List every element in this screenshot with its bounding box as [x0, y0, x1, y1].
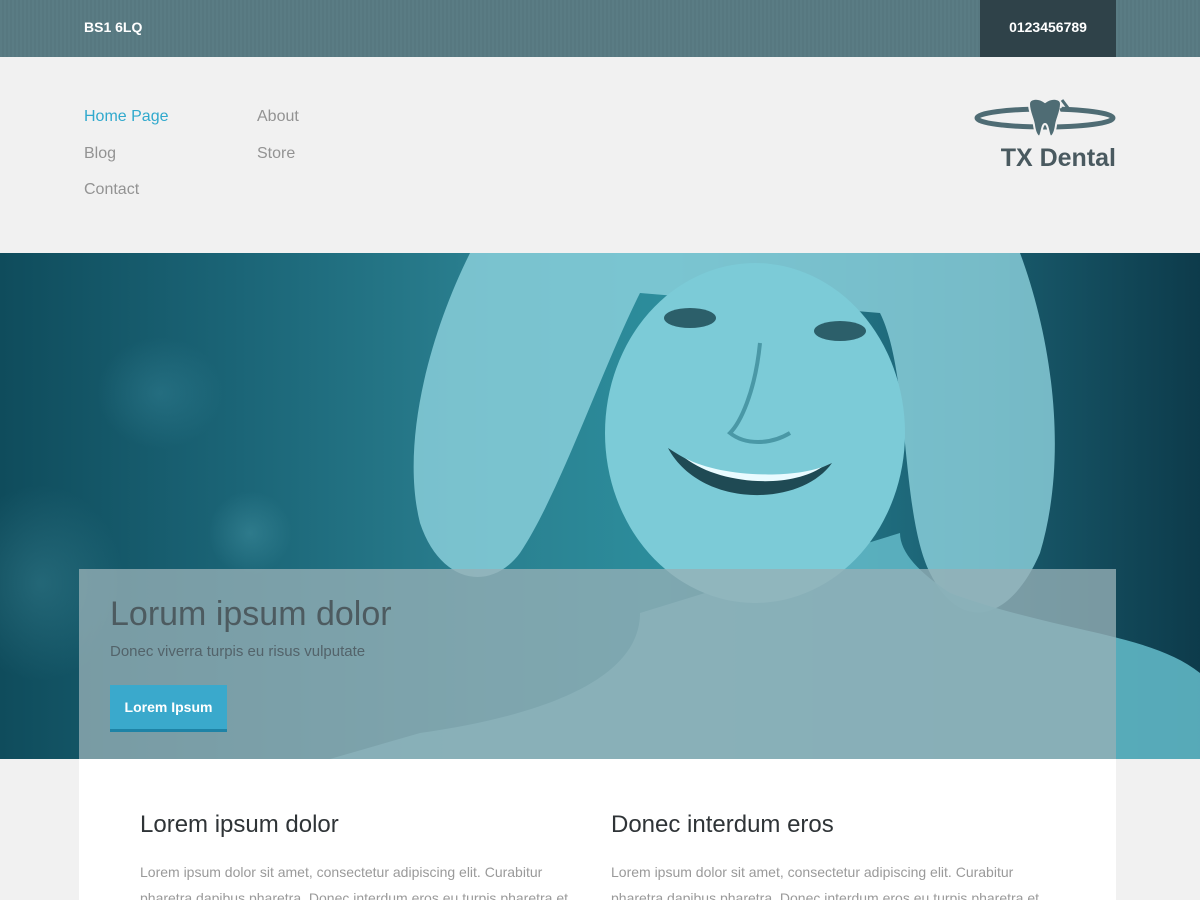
address-text: BS1 6LQ [84, 19, 143, 35]
hero-cta-button[interactable]: Lorem Ipsum [110, 685, 227, 732]
nav-item-blog[interactable]: Blog [84, 145, 116, 163]
column-text: Lorem ipsum dolor sit amet, consectetur … [140, 864, 569, 900]
nav-item-store[interactable]: Store [257, 145, 295, 163]
logo[interactable]: TX Dental [972, 97, 1118, 174]
top-bar: BS1 6LQ 0123456789 [0, 0, 1200, 57]
column-title: Donec interdum eros [611, 811, 834, 838]
content-column: Donec interdum eros Lorem ipsum dolor si… [611, 811, 1051, 900]
column-text: Lorem ipsum dolor sit amet, consectetur … [611, 864, 1040, 900]
nav-item-home[interactable]: Home Page [84, 108, 169, 126]
nav-item-about[interactable]: About [257, 108, 299, 126]
hero-banner: Lorum ipsum dolor Donec viverra turpis e… [0, 253, 1200, 759]
tooth-icon [974, 97, 1116, 138]
hero-caption: Lorum ipsum dolor Donec viverra turpis e… [79, 569, 1116, 759]
brand-name: TX Dental [1000, 144, 1116, 172]
nav-item-contact[interactable]: Contact [84, 181, 139, 199]
content-column: Lorem ipsum dolor Lorem ipsum dolor sit … [140, 811, 580, 900]
hero-title: Lorum ipsum dolor [110, 595, 392, 633]
hero-subtitle: Donec viverra turpis eu risus vulputate [110, 643, 366, 660]
column-title: Lorem ipsum dolor [140, 811, 339, 838]
phone-number[interactable]: 0123456789 [980, 0, 1116, 57]
content-section: Lorem ipsum dolor Lorem ipsum dolor sit … [79, 759, 1116, 900]
